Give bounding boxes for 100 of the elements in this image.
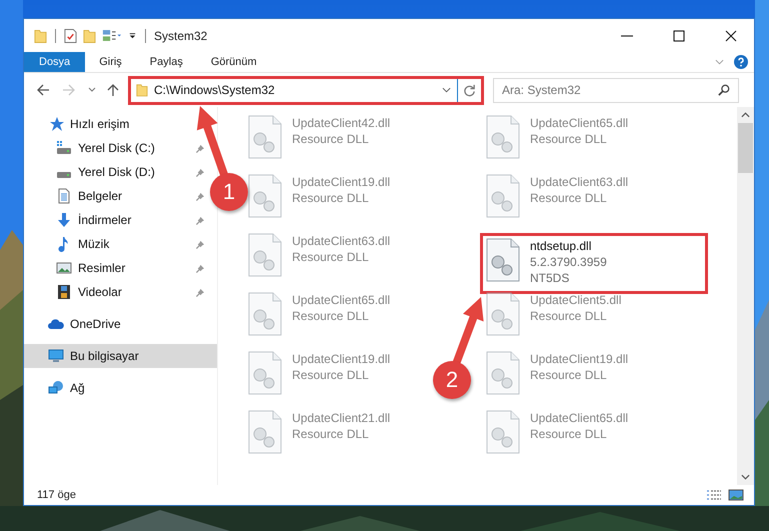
file-detail: Resource DLL xyxy=(292,249,370,265)
file-name: UpdateClient42.dll xyxy=(292,115,390,131)
file-tile[interactable]: UpdateClient63.dll Resource DLL xyxy=(248,233,390,277)
file-tile[interactable]: UpdateClient19.dll Resource DLL xyxy=(248,174,390,218)
file-tile[interactable]: UpdateClient19.dll Resource DLL xyxy=(486,351,628,395)
nav-item[interactable]: Ağ xyxy=(24,376,91,400)
download-arrow-icon xyxy=(56,212,72,228)
pin-icon[interactable] xyxy=(196,168,205,176)
pin-icon[interactable] xyxy=(196,216,205,224)
item-count: 117 öge xyxy=(37,489,76,501)
nav-item[interactable]: Belgeler xyxy=(24,184,205,208)
scroll-down-icon[interactable] xyxy=(741,474,750,480)
file-detail: Resource DLL xyxy=(292,190,370,206)
scrollbar-thumb[interactable] xyxy=(738,123,753,173)
search-icon[interactable] xyxy=(718,84,730,96)
dll-file-icon xyxy=(248,292,282,336)
file-detail: Resource DLL xyxy=(530,190,608,206)
dll-file-icon xyxy=(486,351,520,395)
nav-label: Müzik xyxy=(78,237,110,251)
dll-file-icon xyxy=(486,174,520,218)
file-tile[interactable]: UpdateClient42.dll Resource DLL xyxy=(248,115,390,159)
dll-file-icon xyxy=(486,238,520,282)
file-tile[interactable]: UpdateClient65.dll Resource DLL xyxy=(486,115,628,159)
pin-icon[interactable] xyxy=(196,240,205,248)
nav-label: Yerel Disk (D:) xyxy=(78,165,155,179)
ribbon-tab[interactable]: Dosya xyxy=(24,52,86,72)
file-name: UpdateClient21.dll xyxy=(292,410,390,426)
ribbon-tab[interactable]: Görünüm xyxy=(196,52,271,72)
customize-caret-icon[interactable] xyxy=(128,31,137,40)
view-options-icon[interactable] xyxy=(102,28,122,43)
nav-item[interactable]: Yerel Disk (C:) xyxy=(24,136,205,160)
search-field[interactable]: Ara: System32 xyxy=(493,78,739,102)
address-path: C:\Windows\System32 xyxy=(154,83,275,97)
window-title: System32 xyxy=(154,28,208,42)
file-detail: Resource DLL xyxy=(530,367,608,383)
checklist-icon[interactable] xyxy=(64,28,77,44)
pin-icon[interactable] xyxy=(196,288,205,296)
ribbon-tab[interactable]: Giriş xyxy=(85,52,136,72)
close-icon xyxy=(725,30,737,42)
up-icon[interactable] xyxy=(106,83,120,97)
callout-arrow xyxy=(452,297,484,366)
nav-item[interactable]: Resimler xyxy=(24,256,205,280)
back-icon[interactable] xyxy=(36,83,50,97)
drive-icon xyxy=(57,172,71,178)
pin-icon[interactable] xyxy=(196,192,205,200)
network-icon xyxy=(48,380,64,396)
file-name: UpdateClient19.dll xyxy=(292,351,390,367)
expand-ribbon-icon[interactable] xyxy=(715,59,724,65)
ribbon-tab[interactable]: Paylaş xyxy=(136,52,197,72)
nav-item[interactable]: İndirmeler xyxy=(24,208,205,232)
file-detail: Resource DLL xyxy=(292,426,370,442)
file-detail: Resource DLL xyxy=(292,131,370,147)
file-tile[interactable]: UpdateClient65.dll Resource DLL xyxy=(248,292,390,336)
file-tile[interactable]: UpdateClient65.dll Resource DLL xyxy=(486,410,628,454)
file-name: UpdateClient5.dll xyxy=(530,292,622,308)
file-detail: Resource DLL xyxy=(292,367,370,383)
address-bar[interactable]: C:\Windows\System32 xyxy=(128,76,484,104)
maximize-icon xyxy=(673,30,685,42)
help-icon[interactable] xyxy=(734,55,748,69)
dll-file-icon xyxy=(248,174,282,218)
file-name: UpdateClient65.dll xyxy=(530,115,628,131)
monitor-icon xyxy=(48,348,64,364)
document-icon xyxy=(56,188,72,204)
file-tile[interactable]: UpdateClient5.dll Resource DLL xyxy=(486,292,622,336)
nav-item[interactable]: Müzik xyxy=(24,232,205,256)
file-tile[interactable]: UpdateClient19.dll Resource DLL xyxy=(248,351,390,395)
thumbnail-view-icon[interactable] xyxy=(728,489,744,501)
nav-item[interactable]: Videolar xyxy=(24,280,205,304)
file-name: ntdsetup.dll xyxy=(530,238,592,254)
refresh-icon[interactable] xyxy=(463,84,476,96)
dll-file-icon xyxy=(486,410,520,454)
nav-label: Ağ xyxy=(70,381,85,395)
picture-frame-icon xyxy=(56,260,72,276)
dll-file-icon xyxy=(486,292,520,336)
scroll-up-icon[interactable] xyxy=(741,112,750,118)
file-name: UpdateClient65.dll xyxy=(530,410,628,426)
nav-item[interactable]: Bu bilgisayar xyxy=(24,344,217,368)
recent-caret-icon[interactable] xyxy=(88,87,96,93)
nav-label: Resimler xyxy=(78,261,126,275)
minimize-icon xyxy=(621,34,633,36)
scrollbar[interactable] xyxy=(737,107,754,485)
file-name: UpdateClient63.dll xyxy=(530,174,628,190)
file-tile[interactable]: UpdateClient63.dll Resource DLL xyxy=(486,174,628,218)
file-name: UpdateClient65.dll xyxy=(292,292,390,308)
folder-icon xyxy=(136,83,148,97)
file-tile[interactable]: UpdateClient21.dll Resource DLL xyxy=(248,410,390,454)
dropdown-caret-icon[interactable] xyxy=(442,87,451,93)
dll-file-icon xyxy=(248,351,282,395)
pin-icon[interactable] xyxy=(196,264,205,272)
file-tile[interactable]: ntdsetup.dll 5.2.3790.3959 NT5DS xyxy=(480,233,708,294)
file-name: UpdateClient19.dll xyxy=(530,351,628,367)
nav-label: Hızlı erişim xyxy=(70,117,130,131)
nav-item[interactable]: OneDrive xyxy=(24,312,127,336)
details-view-icon[interactable] xyxy=(706,489,722,501)
nav-item[interactable]: Hızlı erişim xyxy=(24,112,136,136)
file-name: UpdateClient19.dll xyxy=(292,174,390,190)
file-detail: Resource DLL xyxy=(530,426,608,442)
film-strip-icon xyxy=(56,284,72,300)
pin-icon[interactable] xyxy=(196,144,205,152)
nav-item[interactable]: Yerel Disk (D:) xyxy=(24,160,205,184)
